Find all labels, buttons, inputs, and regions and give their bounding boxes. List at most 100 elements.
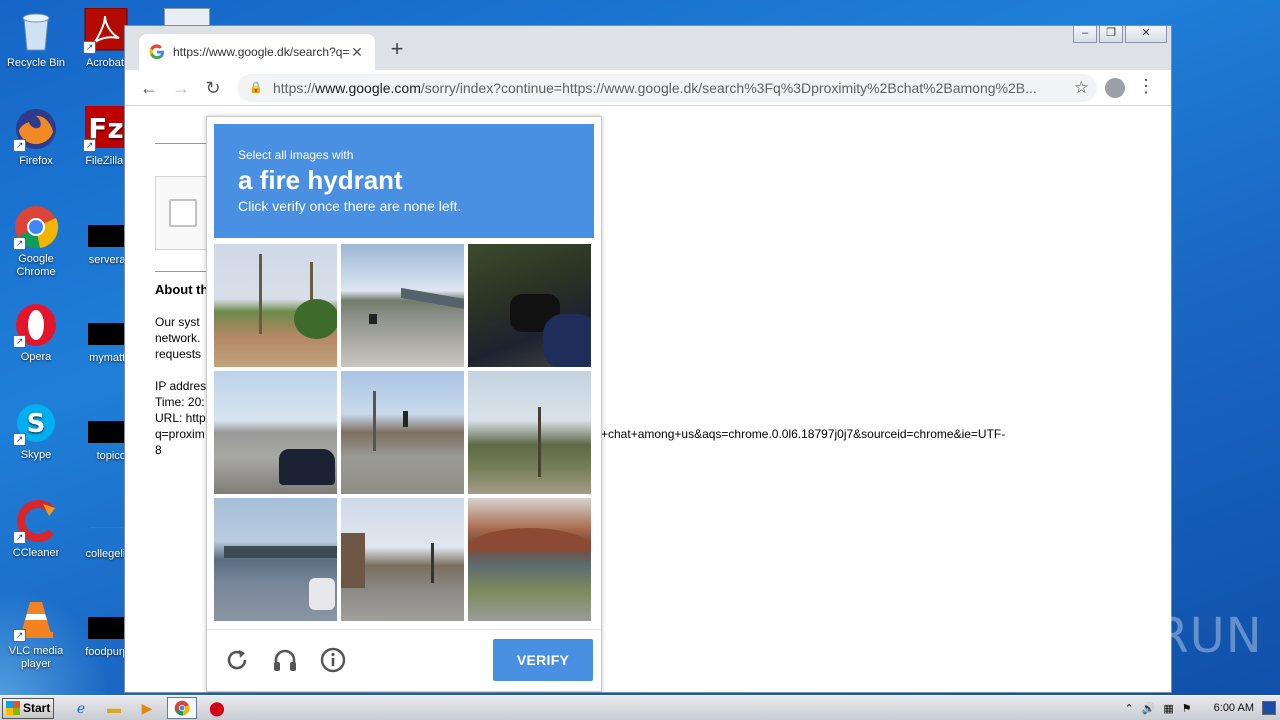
back-arrow-icon[interactable]: ←	[133, 74, 165, 102]
about-heading: About th	[155, 282, 209, 297]
start-label: Start	[23, 701, 51, 715]
system-tray: ⌃ 🔊 ▦ ⚑ 6:00 AM	[1124, 696, 1280, 720]
volume-icon[interactable]: 🔊	[1142, 702, 1156, 715]
tab-close-icon[interactable]: ✕	[349, 44, 365, 61]
action-center-flag-icon[interactable]: ⚑	[1182, 702, 1192, 715]
profile-avatar-icon[interactable]	[1105, 78, 1125, 98]
opera-taskbar-icon[interactable]: ⬤	[204, 697, 230, 719]
reload-challenge-icon[interactable]	[223, 646, 251, 674]
image-tile[interactable]	[214, 371, 337, 494]
challenge-header: Select all images with a fire hydrant Cl…	[214, 124, 594, 238]
url-continuation-text: +chat+among+us&aqs=chrome.0.0l6.18797j0j…	[601, 427, 1006, 441]
acrobat-icon: ↗	[83, 7, 129, 54]
restore-button[interactable]: ❐	[1099, 26, 1123, 43]
redacted-icon	[88, 323, 126, 345]
shortcut-arrow-icon: ↗	[13, 335, 26, 348]
headphones-icon[interactable]	[271, 646, 299, 674]
opera-icon: ↗	[13, 302, 59, 348]
instruction-small: Select all images with	[238, 148, 354, 162]
image-tile[interactable]	[468, 244, 591, 367]
info-paragraph: Our syst network. requests	[155, 314, 201, 362]
shortcut-arrow-icon: ↗	[13, 237, 26, 250]
redacted-icon	[88, 421, 126, 443]
shortcut-arrow-icon: ↗	[13, 139, 26, 152]
skype-icon: S ↗	[13, 400, 59, 446]
document-icon[interactable]	[164, 8, 210, 26]
desktop-icon-firefox[interactable]: ↗ Firefox	[0, 106, 72, 168]
shortcut-arrow-icon: ↗	[83, 139, 96, 152]
network-icon[interactable]: ▦	[1163, 702, 1173, 715]
verify-button[interactable]: VERIFY	[493, 639, 593, 681]
tray-expand-icon[interactable]: ⌃	[1124, 702, 1133, 715]
desktop-icon-vlc[interactable]: ↗ VLC media player	[0, 596, 72, 671]
shortcut-arrow-icon: ↗	[13, 433, 26, 446]
clock[interactable]: 6:00 AM	[1214, 702, 1254, 714]
info-icon[interactable]	[319, 646, 347, 674]
folder-icon[interactable]: ▬	[101, 697, 127, 719]
image-tile[interactable]	[214, 498, 337, 621]
filezilla-icon: Fz ↗	[83, 106, 129, 152]
image-tile[interactable]	[341, 498, 464, 621]
desktop-icon-label: Skype	[20, 449, 52, 461]
desktop-icon-label: Google Chrome	[16, 253, 56, 278]
recaptcha-checkbox[interactable]	[169, 199, 197, 227]
chrome-taskbar-icon[interactable]	[167, 697, 197, 719]
anyrun-watermark: ANY RUN	[1038, 608, 1263, 664]
url-query-line: q=proxim	[155, 427, 205, 441]
desktop-icon-google-chrome[interactable]: ↗ Google Chrome	[0, 204, 72, 279]
desktop-icon-opera[interactable]: ↗ Opera	[0, 302, 72, 364]
desktop-icon-label: Firefox	[19, 155, 53, 167]
challenge-footer: VERIFY	[207, 629, 601, 691]
browser-tab[interactable]: https://www.google.dk/search?q=pr ✕	[139, 34, 375, 70]
shortcut-arrow-icon: ↗	[83, 41, 96, 54]
paragraph-line: Our syst	[155, 315, 200, 329]
instruction-target: a fire hydrant	[238, 165, 403, 195]
desktop-icon-recycle-bin[interactable]: Recycle Bin	[0, 8, 72, 70]
file-icon-line	[90, 527, 124, 528]
forward-arrow-icon[interactable]: →	[165, 74, 197, 102]
desktop-icon-label: VLC media player	[8, 645, 64, 670]
svg-text:S: S	[27, 409, 46, 439]
lock-icon: 🔒	[249, 82, 263, 94]
desktop-icon-ccleaner[interactable]: ↗ CCleaner	[0, 498, 72, 560]
shortcut-arrow-icon: ↗	[13, 629, 26, 642]
desktop-icon-label: CCleaner	[12, 547, 60, 559]
media-player-icon[interactable]: ▶	[134, 697, 160, 719]
url-scheme: https://	[273, 79, 316, 96]
redacted-icon	[88, 617, 126, 639]
browser-toolbar: ← → ↻ 🔒 https://www.google.com/sorry/ind…	[125, 70, 1171, 106]
menu-kebab-icon[interactable]: ⋮	[1137, 76, 1155, 97]
new-tab-button[interactable]: +	[385, 38, 409, 62]
windows-logo-icon	[6, 701, 20, 715]
image-tile[interactable]	[341, 244, 464, 367]
window-controls: ‒ ❐ ✕	[1073, 26, 1167, 43]
desktop-icon-label: Recycle Bin	[6, 57, 66, 69]
firefox-icon: ↗	[13, 106, 59, 152]
redacted-icon	[88, 225, 126, 247]
image-tile[interactable]	[468, 498, 591, 621]
close-window-button[interactable]: ✕	[1125, 26, 1167, 43]
instruction-sub: Click verify once there are none left.	[238, 198, 462, 214]
ccleaner-icon: ↗	[13, 498, 59, 544]
url-host: www.google.com	[315, 79, 421, 96]
image-tile[interactable]	[341, 371, 464, 494]
tab-title: https://www.google.dk/search?q=pr	[173, 45, 349, 59]
image-tile[interactable]	[214, 244, 337, 367]
desktop-icon-skype[interactable]: S ↗ Skype	[0, 400, 72, 462]
bookmark-star-icon[interactable]: ☆	[1069, 77, 1089, 98]
internet-explorer-icon[interactable]: ℯ	[68, 697, 94, 719]
address-bar[interactable]: 🔒 https://www.google.com/sorry/index?con…	[237, 73, 1097, 102]
start-button[interactable]: Start	[2, 697, 54, 719]
vlc-cone-icon: ↗	[13, 596, 59, 642]
image-grid	[214, 244, 594, 624]
image-tile[interactable]	[468, 371, 591, 494]
minimize-button[interactable]: ‒	[1073, 26, 1097, 43]
time-line: Time: 20:	[155, 395, 205, 409]
request-details: IP addres Time: 20: URL: http q=proxim 8	[155, 378, 206, 458]
reload-icon[interactable]: ↻	[197, 74, 229, 102]
google-favicon-icon	[149, 44, 164, 60]
show-desktop-button[interactable]	[1262, 701, 1276, 715]
paragraph-line: network.	[155, 331, 201, 345]
recaptcha-challenge: Select all images with a fire hydrant Cl…	[206, 116, 602, 692]
url-path: /sorry/index?continue=https://www.google…	[420, 79, 1037, 96]
